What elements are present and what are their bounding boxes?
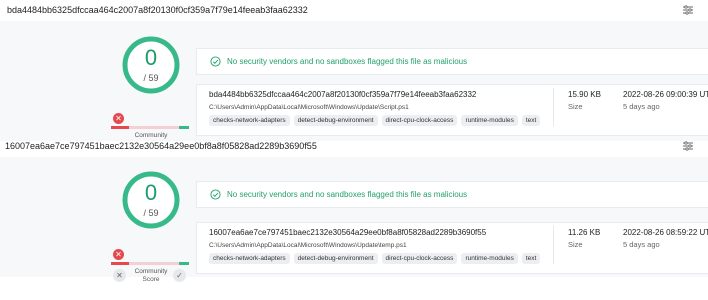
community-bar-negative [111, 126, 129, 129]
community-bar-positive [179, 262, 189, 265]
tag[interactable]: direct-cpu-clock-access [381, 115, 458, 126]
community-score-bar [111, 262, 189, 265]
vote-harmful-icon[interactable]: ✕ [113, 269, 126, 282]
file-path: C:\Users\Admin\AppData\Local\Microsoft\W… [209, 242, 407, 249]
analysis-date: 2022-08-26 09:00:39 UTC [623, 90, 708, 99]
community-score-bar [111, 126, 189, 129]
tag[interactable]: runtime-modules [461, 115, 518, 126]
community-bar-negative [111, 262, 129, 265]
file-details: 16007ea6ae7ce797451baec2132e30564a29ee0b… [196, 222, 708, 274]
file-size-label: Size [568, 102, 583, 111]
tag-list: checks-network-adapters detect-debug-env… [209, 253, 541, 264]
tag[interactable]: detect-debug-environment [293, 253, 378, 264]
tag[interactable]: direct-cpu-clock-access [381, 253, 458, 264]
score-value: 0 [144, 45, 158, 70]
result-card: 0 / 59 ✕ Community No security vendors a… [0, 21, 708, 141]
header-hash[interactable]: bda4484bb6325dfccaa464c2007a8f20130f0cf3… [7, 5, 308, 15]
tag[interactable]: detect-debug-environment [293, 115, 378, 126]
score-total: / 59 [143, 73, 159, 83]
file-size: 11.26 KB [568, 228, 601, 237]
tag-list: checks-network-adapters detect-debug-env… [209, 115, 541, 126]
verdict-text: No security vendors and no sandboxes fla… [227, 57, 468, 66]
detection-score: 0 / 59 [121, 35, 181, 95]
verdict-banner: No security vendors and no sandboxes fla… [196, 181, 708, 208]
check-circle-icon [210, 189, 221, 200]
community-label-line2: Score [142, 276, 160, 283]
analysis-date-relative: 5 days ago [623, 240, 660, 249]
header-hash[interactable]: 16007ea6ae7ce797451baec2132e30564a29ee0b… [5, 141, 317, 151]
analysis-date: 2022-08-26 08:59:22 UTC [623, 228, 708, 237]
tag[interactable]: runtime-modules [461, 253, 518, 264]
community-label-line1: Community [134, 268, 168, 275]
filter-icon[interactable] [682, 4, 694, 16]
community-label: Community Score [129, 268, 173, 284]
detection-score: 0 / 59 [121, 170, 181, 230]
tag[interactable]: text [521, 253, 541, 264]
check-circle-icon [210, 56, 221, 67]
score-total: / 59 [143, 208, 159, 218]
tag[interactable]: checks-network-adapters [209, 115, 290, 126]
community-x-icon: ✕ [113, 113, 124, 124]
file-size: 15.90 KB [568, 90, 601, 99]
result-header: bda4484bb6325dfccaa464c2007a8f20130f0cf3… [0, 0, 708, 20]
filter-icon[interactable] [682, 140, 694, 152]
score-value: 0 [144, 180, 158, 205]
column-divider [553, 88, 554, 126]
analysis-date-relative: 5 days ago [623, 102, 660, 111]
column-divider [553, 226, 554, 264]
result-header: 16007ea6ae7ce797451baec2132e30564a29ee0b… [0, 136, 708, 156]
tag[interactable]: checks-network-adapters [209, 253, 290, 264]
result-card: 0 / 59 ✕ ✕ Community Score ✓ No security… [0, 157, 708, 283]
file-hash[interactable]: 16007ea6ae7ce797451baec2132e30564a29ee0b… [209, 228, 486, 237]
community-bar-positive [179, 126, 189, 129]
tag[interactable]: text [521, 115, 541, 126]
community-x-icon: ✕ [113, 249, 124, 260]
file-path: C:\Users\Admin\AppData\Local\Microsoft\W… [209, 104, 409, 111]
file-size-label: Size [568, 240, 583, 249]
verdict-text: No security vendors and no sandboxes fla… [227, 190, 468, 199]
file-hash[interactable]: bda4484bb6325dfccaa464c2007a8f20130f0cf3… [209, 90, 476, 99]
vt-results-page: bda4484bb6325dfccaa464c2007a8f20130f0cf3… [0, 0, 708, 300]
verdict-banner: No security vendors and no sandboxes fla… [196, 48, 708, 75]
community-score: ✕ ✕ Community Score ✓ [111, 249, 191, 289]
file-details: bda4484bb6325dfccaa464c2007a8f20130f0cf3… [196, 84, 708, 136]
vote-harmless-icon[interactable]: ✓ [173, 269, 186, 282]
